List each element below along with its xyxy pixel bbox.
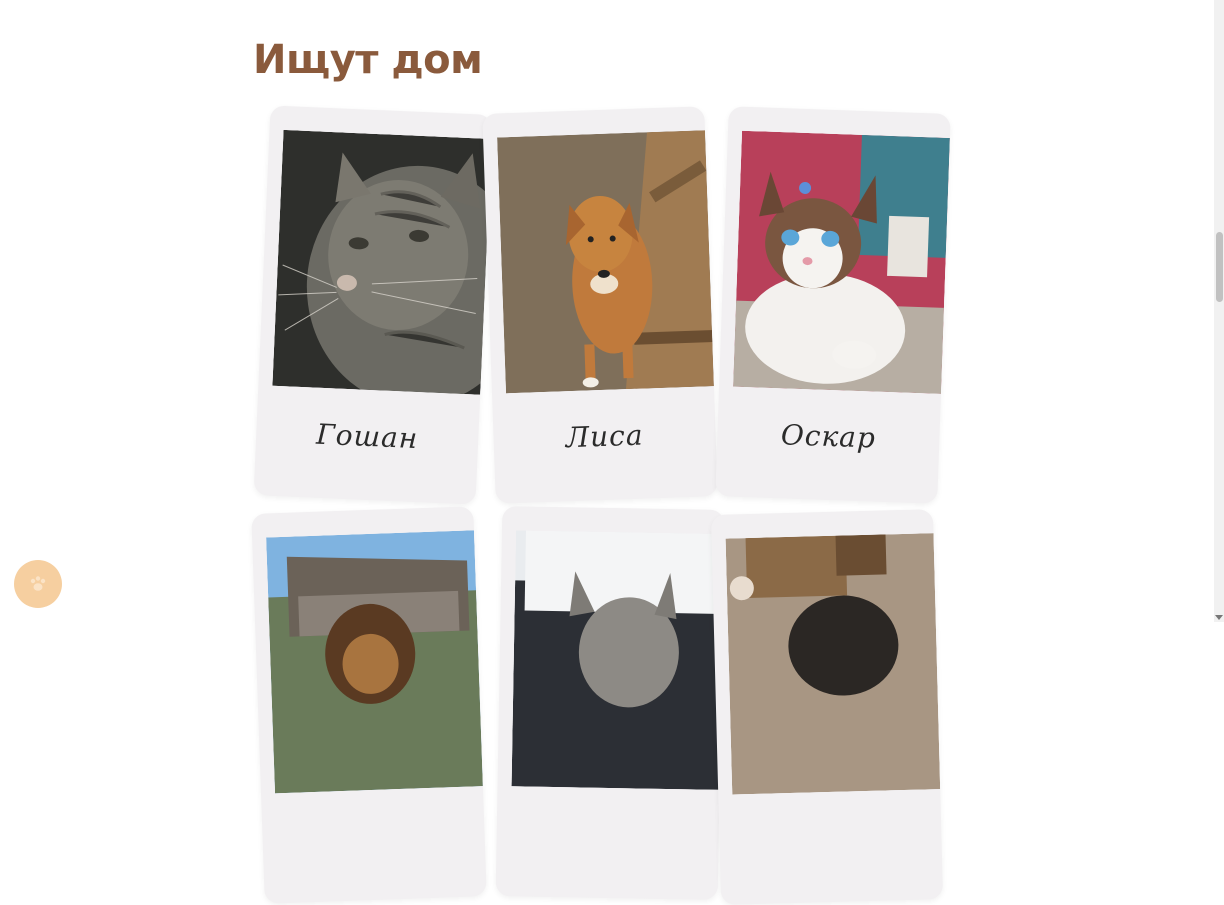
paw-icon (30, 576, 46, 591)
page-scrollbar[interactable] (1214, 0, 1224, 622)
floating-action-button[interactable] (14, 560, 62, 608)
scrollbar-thumb[interactable] (1216, 232, 1223, 302)
page-title: Ищут дом (253, 37, 483, 83)
pet-card-lisa[interactable]: Лиса (482, 106, 718, 504)
pet-photo-siamese-cat[interactable] (733, 130, 950, 394)
scroll-down-arrow-icon[interactable] (1215, 615, 1223, 620)
pet-photo-gray-cat[interactable] (511, 530, 724, 790)
pet-card-oskar[interactable]: Оскар (715, 106, 951, 504)
pet-photo-dark-cat[interactable] (725, 533, 941, 795)
pet-name: Лиса (565, 418, 645, 455)
pet-card-goshan[interactable]: Гошан (253, 105, 493, 505)
pet-card-5[interactable] (495, 506, 725, 900)
pet-photo-shepherd-dog[interactable] (266, 530, 483, 794)
pet-photo-ginger-dog[interactable] (497, 130, 714, 394)
pet-name (719, 819, 941, 825)
pet-name: Гошан (315, 417, 419, 456)
pet-name (497, 816, 719, 820)
pet-photo-tabby-cat[interactable] (272, 129, 492, 395)
pet-name: Оскар (780, 418, 877, 455)
pet-card-4[interactable] (251, 506, 487, 904)
pet-name (262, 816, 484, 824)
pet-card-6[interactable] (710, 509, 944, 905)
